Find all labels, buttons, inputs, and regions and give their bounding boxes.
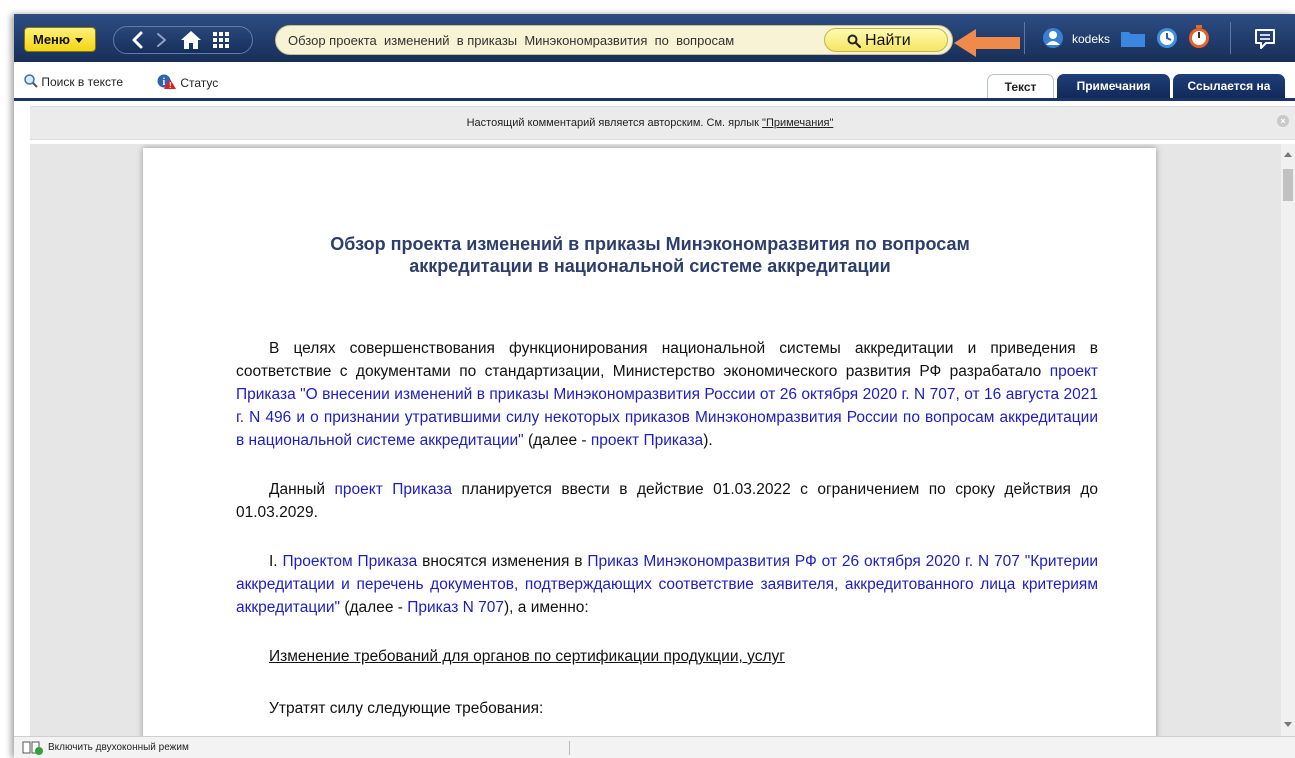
timer-icon[interactable] bbox=[1188, 25, 1210, 49]
svg-text:i: i bbox=[163, 77, 166, 88]
top-toolbar: Меню Н bbox=[14, 14, 1295, 62]
tab-underline bbox=[14, 98, 1295, 101]
scroll-thumb[interactable] bbox=[1283, 169, 1293, 201]
back-arrow-icon[interactable] bbox=[128, 30, 148, 50]
p3-text: (далее - bbox=[340, 599, 408, 616]
status-info-icon: i ! bbox=[157, 74, 176, 90]
scroll-up-icon[interactable] bbox=[1284, 152, 1292, 157]
search-in-text-button[interactable]: Поиск в тексте bbox=[24, 74, 123, 89]
menu-label: Меню bbox=[33, 32, 71, 47]
document-area: Обзор проекта изменений в приказы Минэко… bbox=[30, 144, 1295, 736]
magnifier-icon bbox=[24, 74, 38, 88]
p3-order-short-link[interactable]: Приказ N 707 bbox=[407, 599, 504, 616]
notice-text: Настоящий комментарий является авторским… bbox=[30, 117, 1270, 129]
title-line-1: Обзор проекта изменений в приказы Минэко… bbox=[330, 234, 970, 254]
notice-notes-link[interactable]: "Примечания" bbox=[762, 117, 833, 129]
app-window: Меню Н bbox=[14, 14, 1295, 758]
status-bar: Включить двухоконный режим bbox=[14, 736, 1295, 758]
p3-text: ), а именно: bbox=[504, 599, 589, 616]
p3-draft-link[interactable]: Проектом Приказа bbox=[282, 553, 417, 570]
scroll-down-icon[interactable] bbox=[1284, 722, 1292, 727]
status-button[interactable]: i ! Статус bbox=[157, 74, 218, 90]
dual-window-icon[interactable] bbox=[22, 741, 44, 755]
tab-notes[interactable]: Примечания bbox=[1057, 74, 1170, 99]
paragraph-1: В целях совершенствования функционирован… bbox=[236, 337, 1098, 452]
title-line-2: аккредитации в национальной системе аккр… bbox=[409, 256, 891, 276]
user-avatar-icon[interactable] bbox=[1042, 27, 1064, 49]
search-box: Найти bbox=[275, 25, 953, 55]
toolbar-divider bbox=[1230, 22, 1231, 54]
forward-arrow-icon[interactable] bbox=[154, 30, 170, 50]
vertical-scrollbar[interactable] bbox=[1281, 144, 1295, 736]
chevron-down-icon bbox=[75, 38, 84, 44]
tab-links-to[interactable]: Ссылается на bbox=[1173, 74, 1285, 99]
dual-window-toggle[interactable]: Включить двухоконный режим bbox=[48, 742, 189, 753]
search-in-text-label: Поиск в тексте bbox=[41, 75, 124, 89]
home-icon[interactable] bbox=[180, 30, 202, 50]
toolbar-divider bbox=[1024, 22, 1025, 54]
find-label: Найти bbox=[865, 32, 911, 49]
p2-text: Данный bbox=[269, 481, 335, 498]
user-name[interactable]: kodeks bbox=[1072, 32, 1110, 46]
pointer-arrow-icon bbox=[954, 29, 1020, 57]
menu-button[interactable]: Меню bbox=[24, 27, 96, 52]
paragraph-2: Данный проект Приказа планируется ввести… bbox=[236, 478, 1098, 524]
notice-message: Настоящий комментарий является авторским… bbox=[466, 117, 763, 129]
notes-icon[interactable] bbox=[1254, 28, 1276, 50]
paragraph-3: I. Проектом Приказа вносятся изменения в… bbox=[236, 550, 1098, 619]
search-icon bbox=[847, 34, 861, 48]
p1-text: (далее - bbox=[523, 432, 591, 449]
section-heading: Изменение требований для органов по серт… bbox=[269, 648, 785, 665]
history-clock-icon[interactable] bbox=[1156, 27, 1178, 49]
p1-text: В целях совершенствования функционирован… bbox=[236, 340, 1098, 380]
status-label: Статус bbox=[180, 76, 219, 90]
status-divider bbox=[569, 741, 570, 755]
author-notice-bar: Настоящий комментарий является авторским… bbox=[30, 106, 1295, 140]
p1-text: ). bbox=[703, 432, 713, 449]
document-page: Обзор проекта изменений в приказы Минэко… bbox=[143, 148, 1156, 736]
find-button[interactable]: Найти bbox=[824, 28, 948, 52]
document-title: Обзор проекта изменений в приказы Минэко… bbox=[235, 233, 1065, 277]
close-icon[interactable]: × bbox=[1277, 115, 1289, 127]
folder-icon[interactable] bbox=[1120, 28, 1146, 48]
p3-text: I. bbox=[269, 553, 283, 570]
navigation-group bbox=[113, 26, 253, 54]
svg-text:!: ! bbox=[169, 81, 172, 90]
grid-icon[interactable] bbox=[212, 31, 230, 49]
search-input[interactable] bbox=[288, 31, 808, 49]
paragraph-5: Утратят силу следующие требования: bbox=[269, 700, 544, 717]
p2-draft-link[interactable]: проект Приказа bbox=[335, 481, 453, 498]
p1-draft-link[interactable]: проект Приказа bbox=[591, 432, 703, 449]
tab-text[interactable]: Текст bbox=[987, 74, 1054, 99]
p3-text: вносятся изменения в bbox=[417, 553, 588, 570]
